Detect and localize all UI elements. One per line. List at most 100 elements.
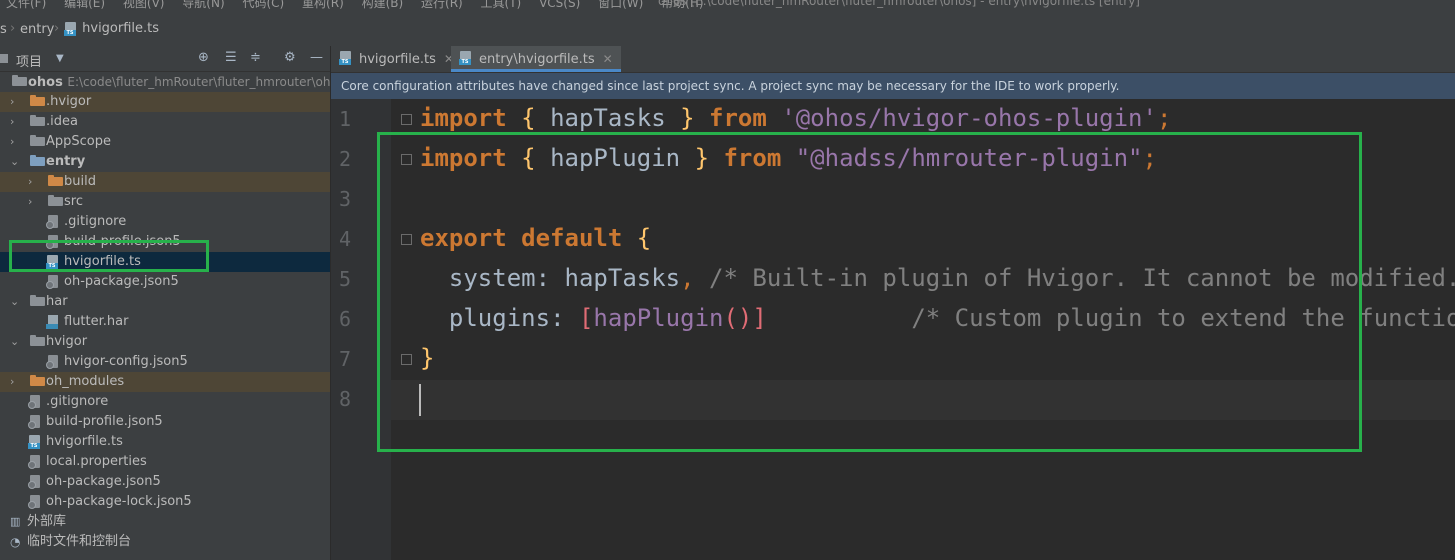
tree-item-appscope[interactable]: › AppScope bbox=[0, 132, 330, 152]
config-file-icon bbox=[28, 455, 42, 469]
tree-item-entry[interactable]: ⌄ entry bbox=[0, 152, 330, 172]
folder-icon bbox=[48, 195, 63, 206]
menu-items: 文件(F) 编辑(E) 视图(V) 导航(N) 代码(C) 重构(R) 构建(B… bbox=[6, 0, 718, 10]
chevron-down-icon[interactable]: ⌄ bbox=[10, 332, 20, 352]
menu-vcs[interactable]: VCS(S) bbox=[539, 0, 580, 10]
highlight-box-tree bbox=[9, 240, 209, 272]
ts-file-icon: TS bbox=[339, 51, 353, 65]
tree-item-hvigorfile[interactable]: TS hvigorfile.ts bbox=[0, 432, 330, 452]
scratch-icon: ◔ bbox=[10, 535, 21, 549]
tab-label: entry\hvigorfile.ts bbox=[479, 52, 595, 67]
breadcrumb-file[interactable]: TS hvigorfile.ts bbox=[64, 21, 159, 36]
menu-view[interactable]: 视图(V) bbox=[123, 0, 165, 10]
config-file-icon bbox=[46, 275, 60, 289]
tab-entry-hvigorfile[interactable]: TS entry\hvigorfile.ts ✕ bbox=[451, 46, 621, 72]
chevron-right-icon[interactable]: › bbox=[10, 132, 20, 152]
tree-item-label: .gitignore bbox=[64, 214, 127, 229]
menu-refactor[interactable]: 重构(R) bbox=[302, 0, 344, 10]
code-line-1: import { hapTasks } from '@ohos/hvigor-o… bbox=[420, 104, 1172, 132]
project-tree: ⌄ ohos E:\code\fluter_hmRouter\fluter_hm… bbox=[0, 72, 344, 560]
tree-item-flutter-har[interactable]: flutter.har bbox=[0, 312, 330, 332]
chevron-down-icon[interactable]: ⌄ bbox=[10, 152, 20, 172]
gear-icon[interactable]: ⚙ bbox=[284, 50, 296, 65]
menu-file[interactable]: 文件(F) bbox=[6, 0, 46, 10]
tree-item-oh-package[interactable]: oh-package.json5 bbox=[0, 472, 330, 492]
tree-item-label: .idea bbox=[46, 114, 78, 129]
fold-marker-icon[interactable] bbox=[401, 114, 412, 125]
tree-item-label: AppScope bbox=[46, 134, 111, 149]
tree-item-label: hvigor bbox=[46, 334, 88, 349]
window-title: ohos [E:\code\fluter_hmRouter\fluter_hmr… bbox=[658, 0, 1140, 8]
code-editor[interactable]: 1 2 3 4 5 6 7 8 import { hapTasks } from… bbox=[331, 99, 1455, 560]
expand-all-icon[interactable]: ☰ bbox=[225, 50, 237, 65]
ts-file-icon: TS bbox=[28, 435, 42, 449]
tree-item-entry-gitignore[interactable]: .gitignore bbox=[0, 212, 330, 232]
tab-hvigorfile-root[interactable]: TS hvigorfile.ts ✕ bbox=[339, 46, 462, 72]
tree-item-label: har bbox=[46, 294, 68, 309]
line-number: 7 bbox=[338, 347, 351, 371]
breadcrumb-root[interactable]: s bbox=[0, 22, 7, 37]
tab-label: hvigorfile.ts bbox=[359, 52, 436, 67]
tree-item-hvigor[interactable]: ⌄ hvigor bbox=[0, 332, 330, 352]
tree-item-label: ohos E:\code\fluter_hmRouter\fluter_hmro… bbox=[28, 75, 345, 90]
ts-file-icon: TS bbox=[459, 51, 473, 65]
menu-build[interactable]: 构建(B) bbox=[362, 0, 404, 10]
tree-item-label: .hvigor bbox=[46, 94, 92, 109]
config-file-icon bbox=[46, 355, 60, 369]
menu-run[interactable]: 运行(R) bbox=[421, 0, 463, 10]
line-number: 1 bbox=[338, 107, 351, 131]
tree-item-build[interactable]: › build bbox=[0, 172, 330, 192]
project-view-icon bbox=[0, 51, 8, 65]
tree-item-external-libraries[interactable]: ▥ 外部库 bbox=[0, 512, 330, 532]
menu-navigate[interactable]: 导航(N) bbox=[182, 0, 224, 10]
config-file-icon bbox=[28, 475, 42, 489]
tree-item-label: hvigorfile.ts bbox=[46, 434, 123, 449]
chevron-right-icon[interactable]: › bbox=[28, 192, 38, 212]
tree-item-local-properties[interactable]: local.properties bbox=[0, 452, 330, 472]
menu-edit[interactable]: 编辑(E) bbox=[64, 0, 105, 10]
chevron-down-icon[interactable]: ⌄ bbox=[10, 292, 20, 312]
project-view-dropdown-icon[interactable]: ▼ bbox=[56, 53, 64, 64]
folder-icon bbox=[30, 115, 45, 126]
tree-item-scratches[interactable]: ◔ 临时文件和控制台 bbox=[0, 532, 330, 552]
highlight-box-code bbox=[377, 132, 1362, 452]
tree-item-build-profile[interactable]: build-profile.json5 bbox=[0, 412, 330, 432]
collapse-all-icon[interactable]: ≑ bbox=[250, 50, 261, 65]
chevron-right-icon[interactable]: › bbox=[10, 372, 20, 392]
tree-item-gitignore[interactable]: .gitignore bbox=[0, 392, 330, 412]
config-file-icon bbox=[28, 495, 42, 509]
har-file-icon bbox=[46, 315, 60, 329]
close-icon[interactable]: ✕ bbox=[603, 52, 613, 66]
menu-code[interactable]: 代码(C) bbox=[242, 0, 284, 10]
tree-item-oh-package-lock[interactable]: oh-package-lock.json5 bbox=[0, 492, 330, 512]
locate-file-icon[interactable]: ⊕ bbox=[198, 50, 209, 65]
breadcrumb-entry[interactable]: entry bbox=[20, 22, 54, 37]
chevron-right-icon[interactable]: › bbox=[10, 112, 20, 132]
config-file-icon bbox=[28, 395, 42, 409]
tree-item-label: oh-package.json5 bbox=[46, 474, 161, 489]
hide-panel-icon[interactable]: — bbox=[310, 50, 323, 65]
tree-item-oh-modules[interactable]: › oh_modules bbox=[0, 372, 330, 392]
tree-item-entry-oh-package[interactable]: oh-package.json5 bbox=[0, 272, 330, 292]
chevron-right-icon[interactable]: › bbox=[28, 172, 38, 192]
config-file-icon bbox=[46, 215, 60, 229]
chevron-right-icon[interactable]: › bbox=[10, 92, 20, 112]
project-panel-header: 项目 ▼ ⊕ ☰ ≑ ⚙ — bbox=[0, 46, 330, 72]
tree-item-label: 外部库 bbox=[27, 514, 67, 529]
tree-item-src[interactable]: › src bbox=[0, 192, 330, 212]
project-panel-title[interactable]: 项目 bbox=[16, 51, 42, 70]
tree-item-label: flutter.har bbox=[64, 314, 129, 329]
tree-item-hvigor-dir[interactable]: › .hvigor bbox=[0, 92, 330, 112]
tree-item-label: oh-package-lock.json5 bbox=[46, 494, 192, 509]
sync-notification-banner[interactable]: Core configuration attributes have chang… bbox=[331, 73, 1455, 99]
tree-item-path: E:\code\fluter_hmRouter\fluter_hmrouter\… bbox=[67, 75, 345, 89]
menu-window[interactable]: 窗口(W) bbox=[598, 0, 643, 10]
folder-icon bbox=[30, 135, 45, 146]
menu-tools[interactable]: 工具(T) bbox=[481, 0, 522, 10]
tree-item-idea[interactable]: › .idea bbox=[0, 112, 330, 132]
tree-item-har[interactable]: ⌄ har bbox=[0, 292, 330, 312]
tree-item-label: oh_modules bbox=[46, 374, 125, 389]
tree-item-label: src bbox=[64, 194, 83, 209]
tree-item-ohos[interactable]: ⌄ ohos E:\code\fluter_hmRouter\fluter_hm… bbox=[0, 72, 344, 92]
tree-item-hvigor-config[interactable]: hvigor-config.json5 bbox=[0, 352, 330, 372]
